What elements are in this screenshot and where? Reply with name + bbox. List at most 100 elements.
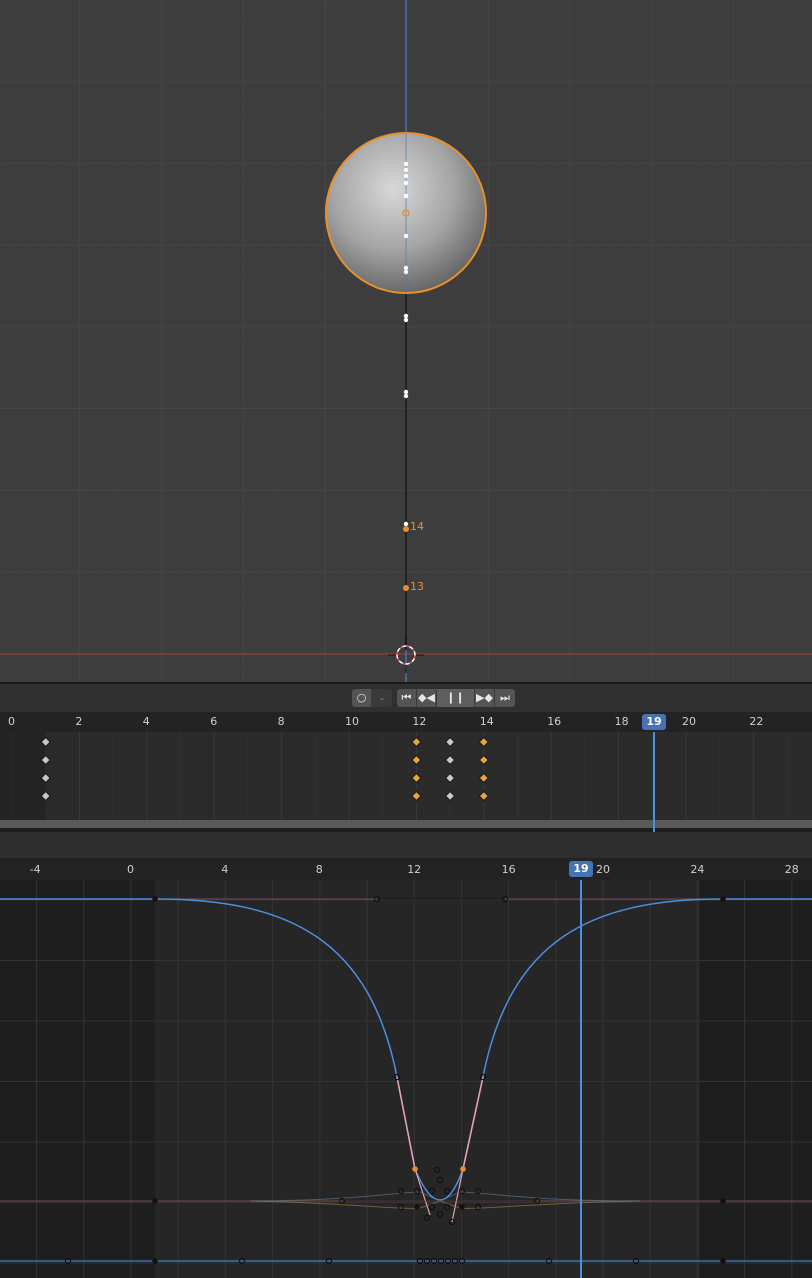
jump-end-icon[interactable]: ⏭ <box>495 689 515 707</box>
record-group: ○ ⌄ <box>352 689 392 707</box>
keyframe-diamonds[interactable] <box>40 736 490 802</box>
graph-keyframe-point[interactable] <box>433 1166 441 1174</box>
keyframe-diamond[interactable] <box>478 790 490 802</box>
timeline-tick-label: 8 <box>277 715 285 728</box>
graph-tick-label: 16 <box>501 863 516 876</box>
keyframe-diamond[interactable] <box>444 754 456 766</box>
timeline-tick-label: 0 <box>8 715 15 728</box>
timeline-ruler[interactable]: 0 2 4 6 8 10 12 14 16 18 20 22 <box>0 712 812 732</box>
keyframe-diamond[interactable] <box>478 736 490 748</box>
graph-keyframe-point[interactable] <box>423 1214 431 1222</box>
timeline-tick-label: 12 <box>412 715 427 728</box>
3d-viewport[interactable]: 14 13 <box>0 0 812 683</box>
graph-keyframe-point[interactable] <box>474 1203 482 1211</box>
keyframe-diamond[interactable] <box>478 754 490 766</box>
graph-tick-label: 24 <box>690 863 705 876</box>
graph-keyframe-point[interactable] <box>428 1187 436 1195</box>
path-point <box>403 521 409 527</box>
path-point <box>403 393 409 399</box>
graph-ruler[interactable]: -4 0 4 8 12 16 20 24 28 <box>0 858 812 880</box>
path-point <box>403 193 409 199</box>
keyframe-diamond[interactable] <box>411 736 422 748</box>
path-point <box>403 233 409 239</box>
graph-keyframe-point[interactable] <box>152 1198 158 1204</box>
jump-start-icon[interactable]: ⏮ <box>397 689 417 707</box>
graph-editor-header <box>0 832 812 858</box>
graph-current-frame[interactable]: 19 <box>569 861 593 877</box>
path-point-14 <box>403 526 409 532</box>
timeline-tick-label: 14 <box>479 715 494 728</box>
graph-editor-canvas[interactable] <box>0 880 812 1278</box>
graph-keyframe-point[interactable] <box>413 1187 421 1195</box>
graph-keyframe-point[interactable] <box>414 1204 420 1210</box>
graph-keyframe-point[interactable] <box>459 1204 465 1210</box>
path-point <box>403 269 409 275</box>
path-point <box>403 317 409 323</box>
graph-tick-label: 4 <box>221 863 229 876</box>
timeline-current-frame[interactable]: 19 <box>642 714 666 730</box>
fcurve-selected-left[interactable] <box>396 1076 416 1170</box>
graph-keyframe-point[interactable] <box>152 896 158 902</box>
path-point <box>403 389 409 395</box>
fcurve-selected-right[interactable] <box>462 1076 484 1170</box>
graph-tick-label: 12 <box>407 863 422 876</box>
out-of-range-shade <box>0 732 46 820</box>
keyframe-diamond[interactable] <box>411 754 422 766</box>
graph-keyframe-points[interactable] <box>64 895 726 1265</box>
timeline-tick-label: 10 <box>345 715 359 728</box>
timeline-tick-label: 6 <box>210 715 218 728</box>
graph-tick-label: -4 <box>29 863 41 876</box>
graph-keyframe-point[interactable] <box>443 1187 451 1195</box>
timeline-tick-label: 2 <box>75 715 83 728</box>
timeline-scrollbar[interactable] <box>0 820 812 828</box>
path-point <box>403 180 409 186</box>
keyframe-diamond[interactable] <box>411 772 422 784</box>
timeline-tick-label: 18 <box>614 715 629 728</box>
graph-keyframe-point[interactable] <box>458 1187 466 1195</box>
pause-icon[interactable]: ❙❙ <box>437 689 475 707</box>
graph-keyframe-point[interactable] <box>436 1210 444 1218</box>
graph-keyframe-point[interactable] <box>412 1166 418 1172</box>
graph-tick-label: 20 <box>596 863 610 876</box>
graph-tick-label: 0 <box>127 863 134 876</box>
path-point <box>403 265 409 271</box>
path-point <box>403 167 409 173</box>
timeline-tick-label: 4 <box>142 715 150 728</box>
prev-keyframe-icon[interactable]: ◆◀ <box>417 689 437 707</box>
path-label-14: 14 <box>410 520 424 533</box>
graph-keyframe-point[interactable] <box>428 1203 436 1211</box>
viewport-canvas: 14 13 <box>0 0 812 683</box>
post-range-shade <box>700 880 812 1278</box>
graph-tick-label: 8 <box>315 863 323 876</box>
timeline-tick-label: 16 <box>547 715 562 728</box>
record-icon[interactable]: ○ <box>352 689 372 707</box>
timeline-playhead[interactable] <box>653 732 655 832</box>
timeline-tick-label: 20 <box>682 715 696 728</box>
keyframe-diamond[interactable] <box>478 772 490 784</box>
path-point <box>403 161 409 167</box>
keyframe-diamond[interactable] <box>444 772 456 784</box>
playback-controls: ⏮ ◆◀ ❙❙ ▶◆ ⏭ <box>397 689 515 707</box>
keyframe-diamond[interactable] <box>444 736 456 748</box>
timeline-grid <box>11 732 788 820</box>
path-label-13: 13 <box>410 580 424 593</box>
graph-keyframe-point[interactable] <box>443 1203 451 1211</box>
next-keyframe-icon[interactable]: ▶◆ <box>475 689 495 707</box>
path-point <box>403 173 409 179</box>
graph-keyframe-point[interactable] <box>720 896 726 902</box>
path-point <box>403 313 409 319</box>
graph-keyframe-point[interactable] <box>460 1166 466 1172</box>
graph-keyframe-point[interactable] <box>397 1203 405 1211</box>
timeline-dopesheet[interactable] <box>0 732 812 820</box>
timeline-tick-label: 22 <box>749 715 764 728</box>
graph-keyframe-point[interactable] <box>720 1258 726 1264</box>
pre-range-shade <box>0 880 155 1278</box>
dropdown-icon[interactable]: ⌄ <box>372 689 392 707</box>
path-point-13 <box>403 585 409 591</box>
keyframe-diamond[interactable] <box>411 790 422 802</box>
graph-tick-label: 28 <box>784 863 799 876</box>
graph-keyframe-point[interactable] <box>720 1198 726 1204</box>
graph-keyframe-point[interactable] <box>152 1258 158 1264</box>
keyframe-diamond[interactable] <box>444 790 456 802</box>
graph-keyframe-point[interactable] <box>436 1176 444 1184</box>
